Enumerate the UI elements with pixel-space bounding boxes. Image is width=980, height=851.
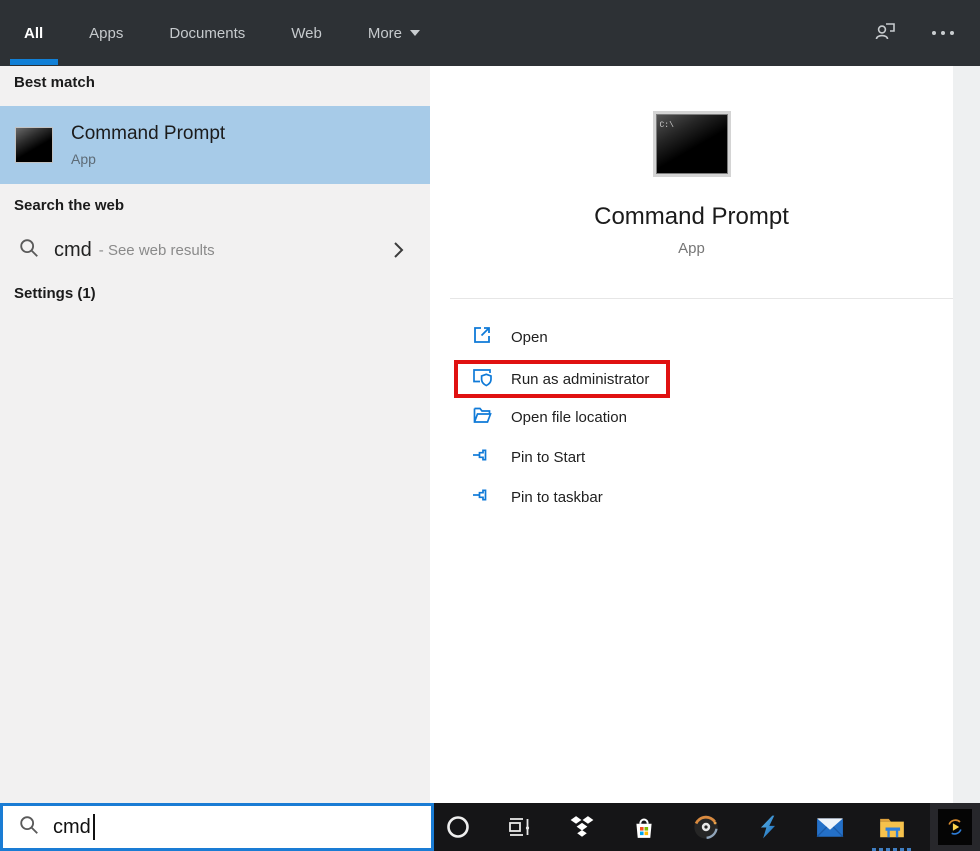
tab-apps[interactable]: Apps [81, 0, 131, 66]
ellipsis-menu-icon[interactable] [932, 31, 954, 35]
search-filter-bar: All Apps Documents Web More [0, 0, 980, 66]
web-search-result[interactable]: cmd - See web results [0, 226, 430, 274]
action-run-as-administrator[interactable]: Run as administrator [470, 359, 649, 399]
app-title: Command Prompt [594, 203, 789, 230]
filter-tabs: All Apps Documents Web More [0, 0, 428, 66]
best-match-result[interactable]: Command Prompt App [0, 106, 430, 184]
folder-icon [470, 403, 494, 431]
action-pin-to-taskbar[interactable]: Pin to taskbar [470, 477, 603, 517]
task-view-icon[interactable] [500, 803, 540, 851]
open-external-icon [470, 323, 494, 351]
mail-icon[interactable] [810, 803, 850, 851]
web-result-note: - See web results [98, 241, 215, 259]
search-icon [18, 237, 40, 264]
results-panel: Best match Command Prompt App Search the… [0, 66, 430, 803]
cortana-icon[interactable] [438, 803, 478, 851]
chevron-down-icon [410, 30, 421, 36]
chevron-right-icon[interactable] [386, 238, 410, 267]
pin-icon [470, 483, 494, 511]
admin-shield-icon [470, 365, 494, 393]
action-pin-to-taskbar-label: Pin to taskbar [511, 488, 603, 506]
disc-icon[interactable] [686, 803, 726, 851]
search-web-header: Search the web [14, 197, 125, 214]
app-subtitle: App [678, 240, 705, 257]
action-pin-to-start[interactable]: Pin to Start [470, 437, 585, 477]
best-match-title: Command Prompt [71, 123, 226, 144]
command-prompt-icon-text: C:\ [659, 121, 674, 130]
windows-search-flyout: All Apps Documents Web More Best match C… [0, 0, 980, 851]
action-open-label: Open [511, 328, 548, 346]
tab-documents[interactable]: Documents [161, 0, 253, 66]
search-input[interactable]: cmd [0, 803, 434, 851]
topbar-actions [872, 0, 954, 66]
taskbar [434, 803, 980, 851]
file-explorer-icon[interactable] [872, 803, 912, 851]
media-app-icon[interactable] [930, 803, 980, 851]
action-open[interactable]: Open [470, 317, 548, 357]
text-cursor [92, 814, 95, 840]
best-match-text: Command Prompt App [71, 123, 225, 167]
pin-icon [470, 443, 494, 471]
lightning-icon[interactable] [748, 803, 788, 851]
tab-all[interactable]: All [9, 0, 58, 66]
preview-panel: C:\ Command Prompt App Open Run as admin… [430, 66, 953, 803]
active-tab-indicator [9, 59, 58, 65]
best-match-subtitle: App [71, 151, 96, 167]
command-prompt-icon [15, 127, 53, 163]
tab-web-label: Web [291, 24, 322, 42]
divider [450, 298, 953, 299]
action-run-as-administrator-label: Run as administrator [511, 370, 650, 388]
tab-more-label: More [367, 24, 403, 42]
action-open-file-location-label: Open file location [511, 408, 627, 426]
action-open-file-location[interactable]: Open file location [470, 397, 627, 437]
command-prompt-icon-large: C:\ [652, 111, 731, 177]
tab-all-label: All [24, 24, 44, 42]
action-pin-to-start-label: Pin to Start [511, 448, 586, 466]
best-match-header: Best match [14, 74, 95, 91]
tab-apps-label: Apps [89, 24, 124, 42]
dropbox-icon[interactable] [562, 803, 602, 851]
web-result-query: cmd [54, 238, 92, 261]
settings-header: Settings (1) [14, 285, 96, 302]
preview-app-block: C:\ Command Prompt App [430, 66, 933, 257]
tab-more[interactable]: More [360, 0, 428, 66]
search-input-value: cmd [53, 815, 91, 838]
tab-web[interactable]: Web [283, 0, 330, 66]
search-icon [18, 814, 40, 841]
user-account-icon[interactable] [872, 18, 898, 49]
microsoft-store-icon[interactable] [624, 803, 664, 851]
tab-documents-label: Documents [169, 24, 246, 42]
media-app-logo [938, 809, 972, 845]
right-edge-gutter [953, 66, 980, 803]
